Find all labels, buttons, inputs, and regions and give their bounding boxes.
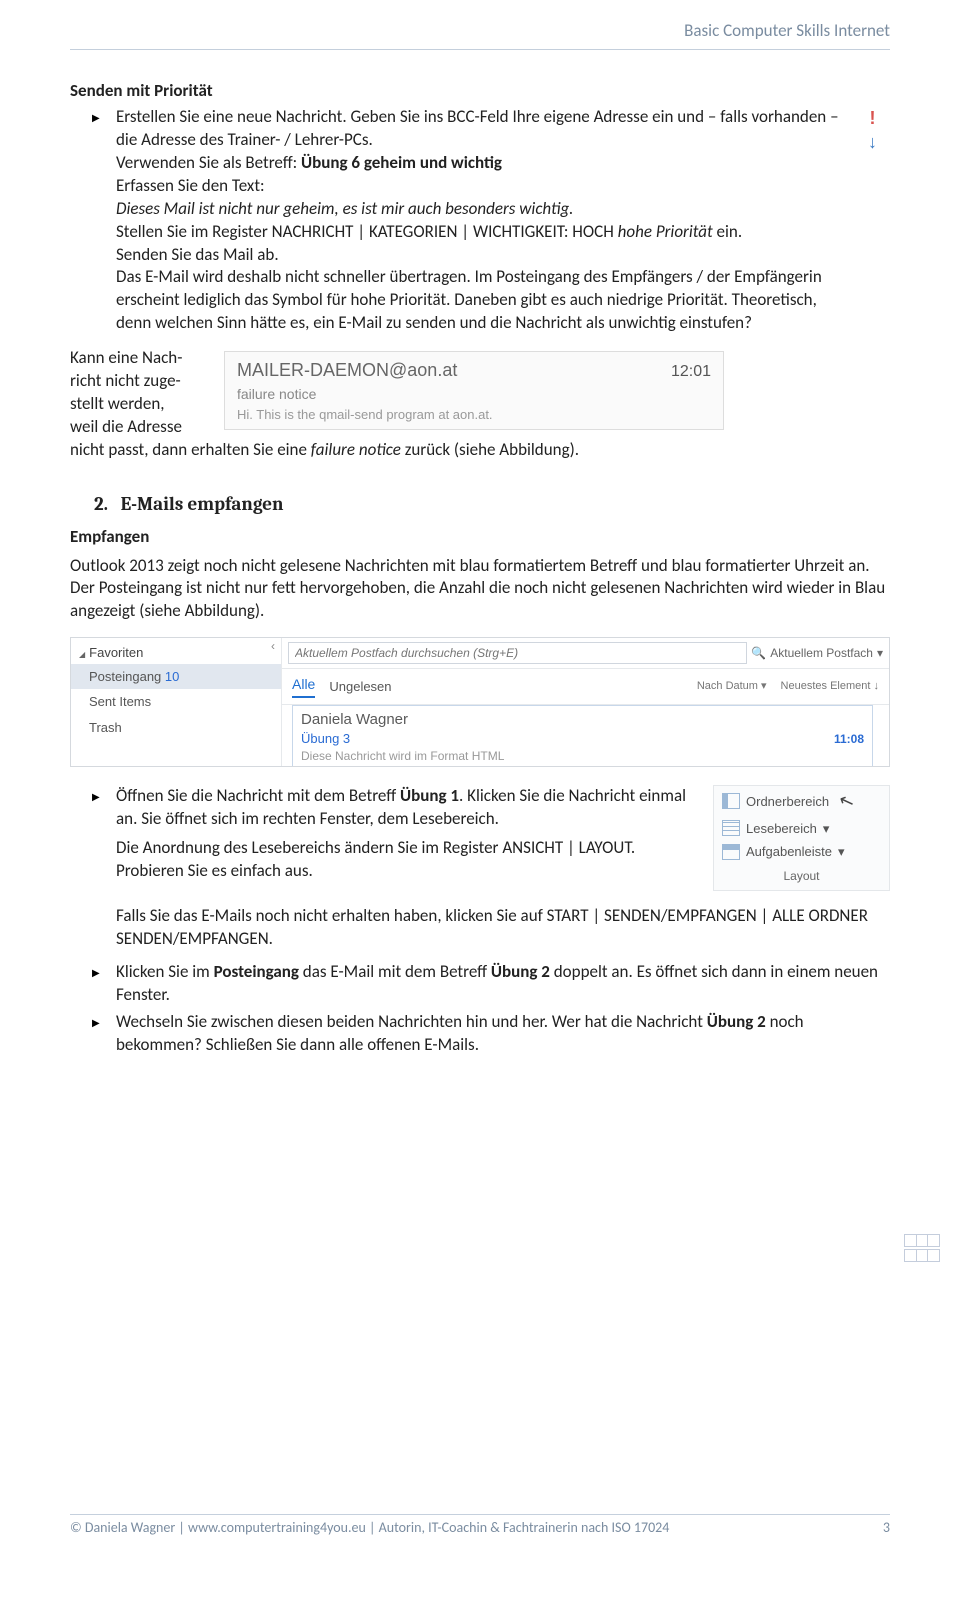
sort-order: Neuestes Element bbox=[781, 680, 871, 692]
fa2: failure notice bbox=[311, 439, 401, 460]
fside-c: stellt werden, bbox=[70, 393, 165, 414]
failure-side-text: Kann eine Nach- richt nicht zuge- stellt… bbox=[70, 347, 214, 439]
failure-notice-image: MAILER-DAEMON@aon.at 12:01 failure notic… bbox=[224, 351, 724, 430]
folder-pane-icon bbox=[722, 793, 740, 809]
search-bar: 🔍 Aktuellem Postfach ▾ bbox=[282, 638, 889, 669]
sort-by: Nach Datum bbox=[697, 680, 758, 692]
bullet-marker-icon bbox=[70, 785, 116, 806]
step-1: Ordnerbereich↖ Lesebereich ▾ Aufgabenlei… bbox=[70, 785, 890, 956]
lp-read: Lesebereich bbox=[746, 820, 817, 838]
failure-after-text: nicht passt, dann erhalten Sie eine fail… bbox=[70, 439, 890, 462]
s3b: Übung 2 bbox=[707, 1011, 766, 1032]
window-arrangement-icon bbox=[904, 1232, 940, 1264]
b1e-text2: ein. bbox=[713, 221, 742, 242]
favorites-header: Favoriten bbox=[71, 638, 281, 664]
msg-time: 11:08 bbox=[834, 731, 864, 747]
sec2-num: 2. bbox=[94, 493, 108, 515]
fside-d: weil die Adresse bbox=[70, 416, 182, 437]
b1d-text: Dieses Mail ist nicht nur geheim, es ist… bbox=[116, 198, 573, 219]
bullet-marker-icon bbox=[70, 1011, 116, 1032]
inbox-label: Posteingang bbox=[89, 669, 161, 684]
bullet-1: Erstellen Sie eine neue Nachricht. Geben… bbox=[70, 106, 855, 335]
fa1: nicht passt, dann erhalten Sie eine bbox=[70, 439, 311, 460]
s2c: das E-Mail mit dem Betreff bbox=[299, 961, 491, 982]
page-footer: © Daniela Wagner | www.computertraining4… bbox=[70, 1514, 890, 1538]
outlook-screenshot: ‹ Favoriten Posteingang 10 Sent Items Tr… bbox=[70, 637, 890, 767]
folder-pane: ‹ Favoriten Posteingang 10 Sent Items Tr… bbox=[71, 638, 282, 766]
fa3: zurück (siehe Abbildung). bbox=[401, 439, 579, 460]
reading-pane-icon bbox=[722, 820, 740, 836]
fside-b: richt nicht zuge- bbox=[70, 370, 181, 391]
inbox-count: 10 bbox=[165, 669, 179, 684]
footer-text: © Daniela Wagner | www.computertraining4… bbox=[70, 1519, 669, 1538]
sec2-title: E-Mails empfangen bbox=[121, 493, 284, 515]
folder-trash: Trash bbox=[71, 715, 281, 741]
section1-title: Senden mit Priorität bbox=[70, 80, 890, 103]
message-item: Daniela Wagner Übung 3 11:08 Diese Nachr… bbox=[292, 705, 873, 767]
collapse-icon: ‹ bbox=[271, 638, 275, 654]
msg-preview: Diese Nachricht wird im Format HTML bbox=[301, 748, 864, 764]
step-2: Klicken Sie im Posteingang das E-Mail mi… bbox=[70, 961, 890, 1007]
step-3: Wechseln Sie zwischen diesen beiden Nach… bbox=[70, 1011, 890, 1057]
page-number: 3 bbox=[883, 1519, 890, 1538]
failure-body: Hi. This is the qmail-send program at ao… bbox=[237, 406, 711, 424]
section2-heading: 2. E-Mails empfangen bbox=[94, 492, 890, 518]
b1b-bold: Übung 6 geheim und wichtig bbox=[301, 152, 502, 173]
section2-p1: Outlook 2013 zeigt noch nicht gelesene N… bbox=[70, 555, 890, 624]
b1g-text: Das E-Mail wird deshalb nicht schneller … bbox=[116, 266, 822, 333]
filter-bar: Alle Ungelesen Nach Datum ▾ Neuestes Ele… bbox=[282, 669, 889, 705]
cursor-icon: ↖ bbox=[835, 787, 857, 815]
b1-text: Erstellen Sie eine neue Nachricht. Geben… bbox=[116, 106, 839, 150]
b1e-text: Stellen Sie im Register NACHRICHT | KATE… bbox=[116, 221, 618, 242]
page-header: Basic Computer Skills Internet bbox=[70, 20, 890, 50]
failure-subject: failure notice bbox=[237, 385, 711, 404]
s1a: Öffnen Sie die Nachricht mit dem Betreff bbox=[116, 785, 400, 806]
s1p3: Falls Sie das E-Mails noch nicht erhalte… bbox=[116, 905, 890, 951]
msg-subject: Übung 3 bbox=[301, 730, 350, 748]
b1e-italic: hohe Priorität bbox=[618, 221, 713, 242]
lp-group: Layout bbox=[714, 864, 889, 890]
high-priority-icon: ! bbox=[855, 106, 890, 130]
filter-unread: Ungelesen bbox=[329, 678, 391, 696]
layout-panel-image: Ordnerbereich↖ Lesebereich ▾ Aufgabenlei… bbox=[713, 785, 890, 891]
search-input bbox=[288, 642, 747, 664]
failure-sender: MAILER-DAEMON@aon.at bbox=[237, 358, 457, 382]
s3a: Wechseln Sie zwischen diesen beiden Nach… bbox=[116, 1011, 707, 1032]
s1b: Übung 1 bbox=[400, 785, 459, 806]
s2b: Posteingang bbox=[214, 961, 299, 982]
lp-task: Aufgabenleiste bbox=[746, 843, 832, 861]
msg-sender: Daniela Wagner bbox=[301, 710, 864, 730]
search-icon: 🔍 bbox=[751, 645, 766, 661]
b1c-text: Erfassen Sie den Text: bbox=[116, 175, 265, 196]
failure-time: 12:01 bbox=[671, 361, 711, 383]
priority-symbols: ! ↓ bbox=[855, 106, 890, 155]
folder-inbox: Posteingang 10 bbox=[71, 664, 281, 690]
b1b-text: Verwenden Sie als Betreff: bbox=[116, 152, 301, 173]
bullet-marker-icon bbox=[70, 961, 116, 982]
filter-all: Alle bbox=[292, 675, 315, 698]
chevron-down-icon: ▾ bbox=[877, 645, 883, 661]
s2d: Übung 2 bbox=[491, 961, 550, 982]
task-pane-icon bbox=[722, 844, 740, 860]
s2a: Klicken Sie im bbox=[116, 961, 214, 982]
bullet-marker-icon bbox=[70, 106, 116, 127]
folder-sent: Sent Items bbox=[71, 689, 281, 715]
search-scope: Aktuellem Postfach bbox=[770, 645, 873, 661]
b1f-text: Senden Sie das Mail ab. bbox=[116, 244, 279, 265]
fside-a: Kann eine Nach- bbox=[70, 347, 182, 368]
section2-sub: Empfangen bbox=[70, 526, 890, 549]
low-priority-icon: ↓ bbox=[855, 130, 890, 154]
lp-folder: Ordnerbereich bbox=[746, 793, 829, 811]
